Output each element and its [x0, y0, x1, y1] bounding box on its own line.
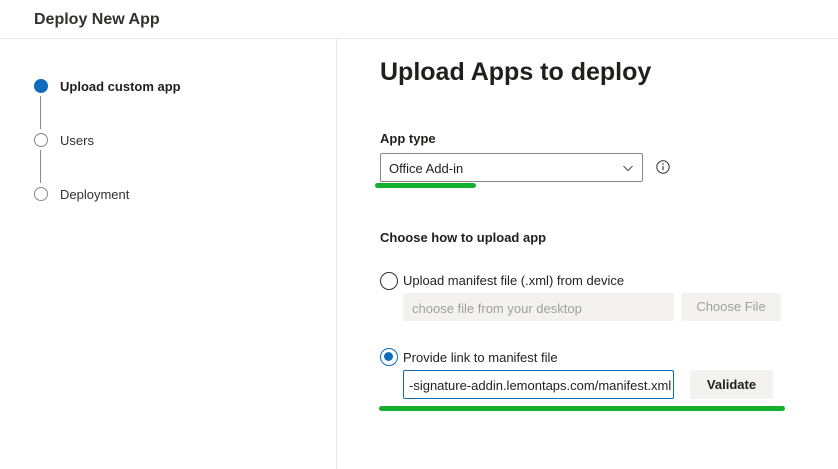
file-path-input: choose file from your desktop	[403, 293, 674, 321]
panel-divider	[336, 39, 337, 469]
app-type-select[interactable]: Office Add-in	[380, 153, 643, 182]
manifest-link-radio[interactable]	[380, 348, 398, 366]
page-header-title: Deploy New App	[34, 11, 160, 28]
app-type-value: Office Add-in	[389, 161, 464, 176]
upload-file-label[interactable]: Upload manifest file (.xml) from device	[403, 273, 624, 288]
step-indicator	[34, 187, 48, 201]
info-icon[interactable]	[656, 160, 670, 174]
step-connector	[40, 150, 41, 183]
choose-file-button: Choose File	[681, 293, 781, 321]
file-path-placeholder: choose file from your desktop	[412, 301, 582, 316]
manifest-link-label[interactable]: Provide link to manifest file	[403, 350, 558, 365]
upload-method-label: Choose how to upload app	[380, 230, 547, 245]
step-deployment[interactable]: Deployment	[60, 187, 129, 202]
step-connector	[40, 96, 41, 129]
step-users[interactable]: Users	[60, 133, 94, 148]
validate-button[interactable]: Validate	[690, 370, 773, 399]
annotation-underline-manifest	[379, 406, 785, 411]
annotation-underline-app-type	[375, 183, 476, 188]
app-type-label: App type	[380, 131, 436, 146]
step-indicator-active	[34, 79, 48, 93]
chevron-down-icon	[623, 165, 633, 172]
page-title: Upload Apps to deploy	[380, 58, 652, 86]
upload-file-radio[interactable]	[380, 272, 398, 290]
manifest-url-value: -signature-addin.lemontaps.com/manifest.…	[409, 378, 672, 393]
step-upload-custom-app[interactable]: Upload custom app	[60, 79, 181, 94]
step-indicator	[34, 133, 48, 147]
header: Deploy New App	[0, 0, 838, 39]
manifest-url-input[interactable]: -signature-addin.lemontaps.com/manifest.…	[403, 370, 674, 399]
